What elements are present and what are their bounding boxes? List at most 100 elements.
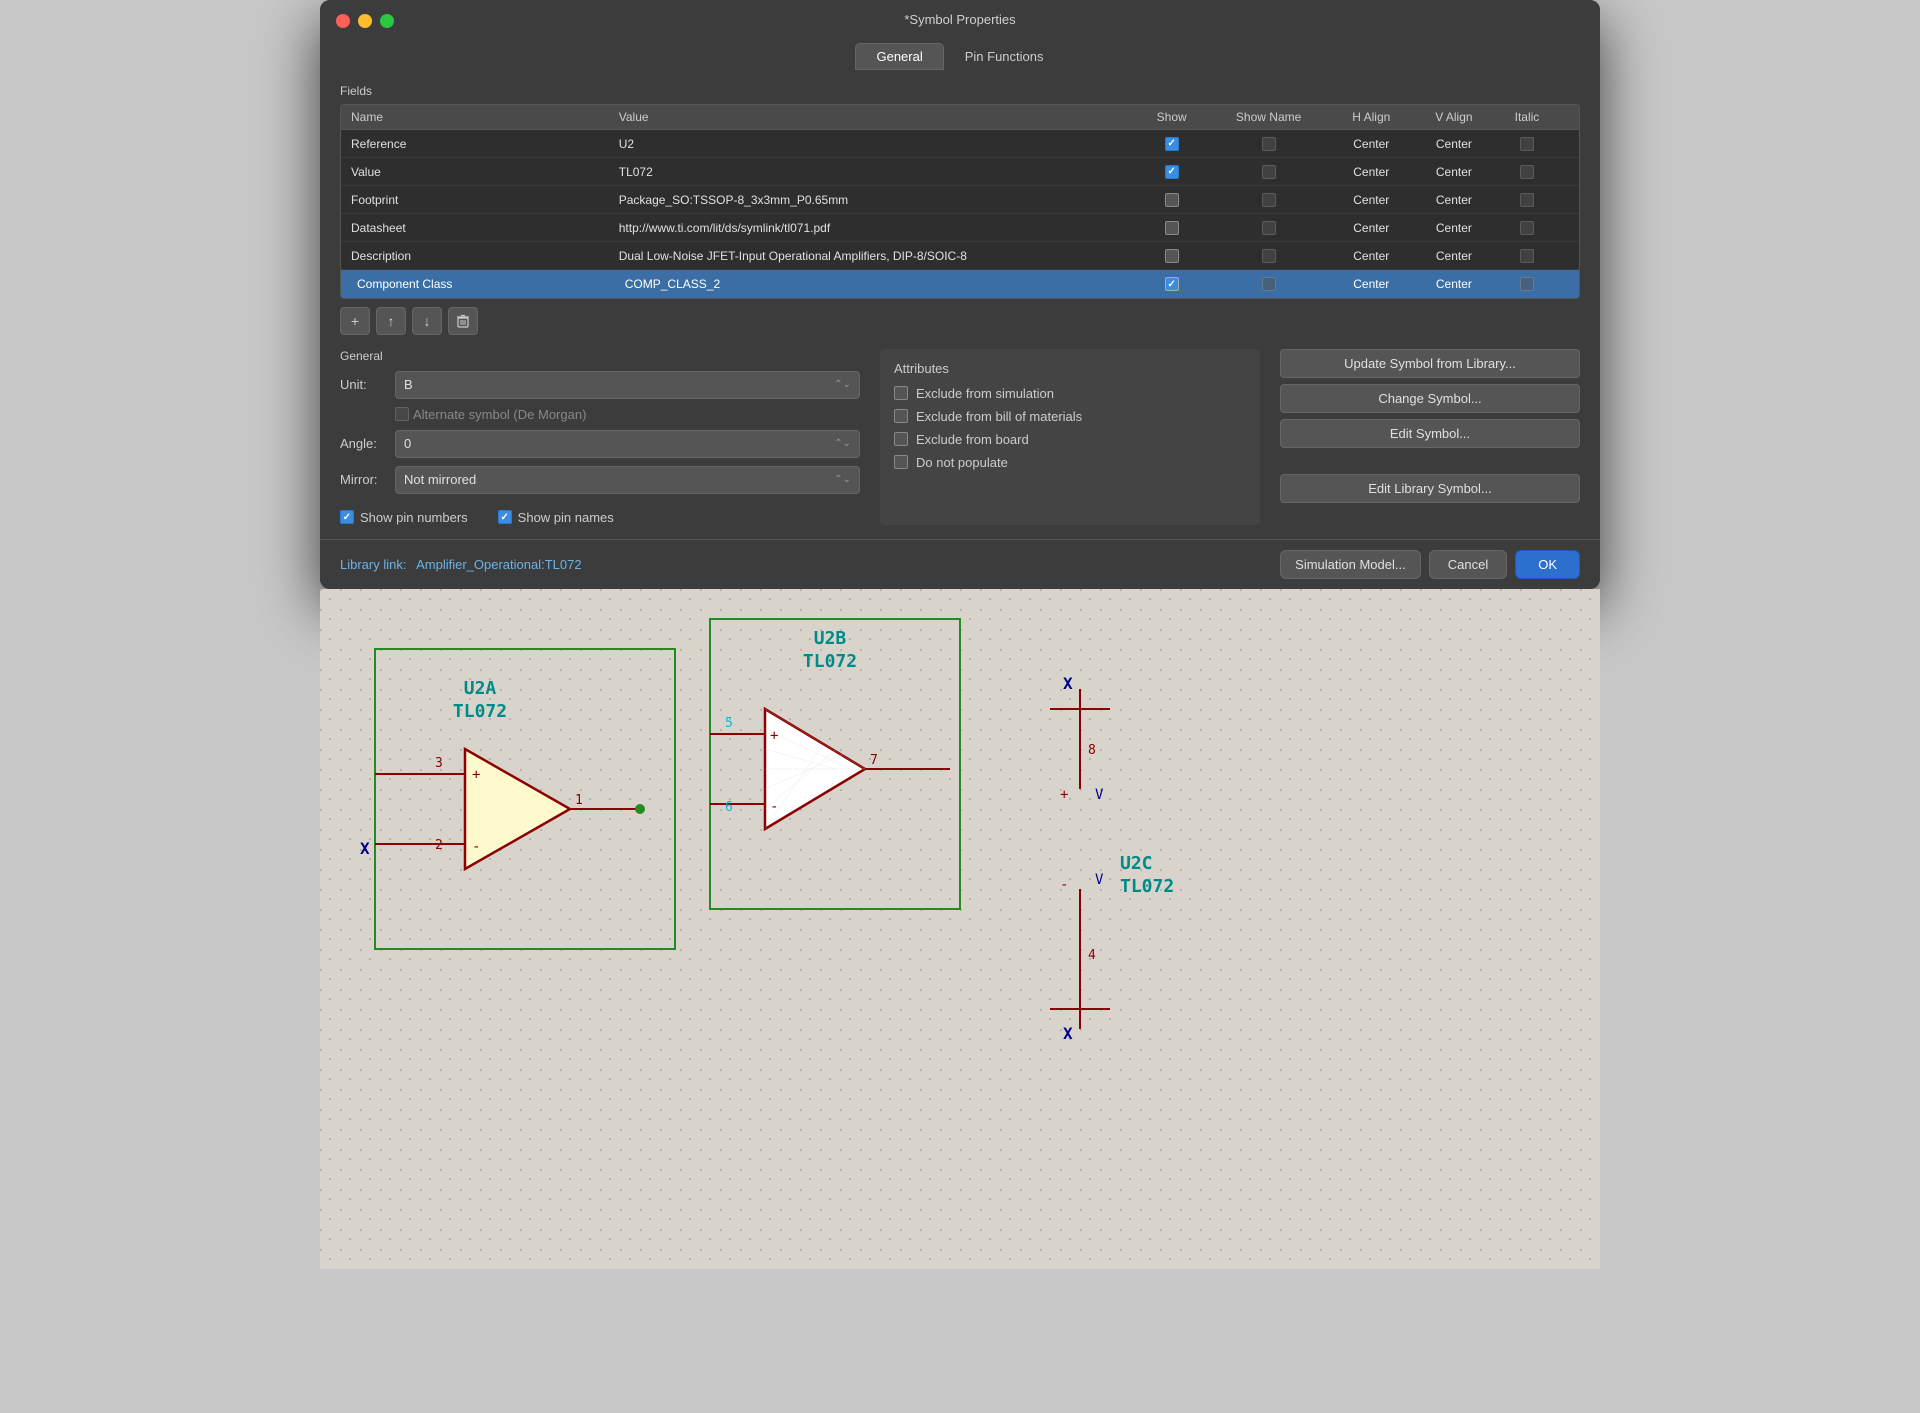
cell-italic[interactable] (1495, 130, 1559, 158)
cell-show-name[interactable] (1208, 214, 1330, 242)
cell-h-align: Center (1330, 214, 1413, 242)
two-col-section: General Unit: B ⌃⌄ Alternate symbol (De … (340, 349, 1580, 525)
cell-show-name[interactable] (1208, 130, 1330, 158)
svg-text:U2C: U2C (1120, 853, 1153, 874)
attr-checkbox-do_not_populate[interactable] (894, 455, 908, 469)
tab-pin-functions[interactable]: Pin Functions (944, 43, 1065, 70)
table-row[interactable]: Description Dual Low-Noise JFET-Input Op… (341, 242, 1579, 270)
move-up-button[interactable]: ↑ (376, 307, 406, 335)
svg-text:7: 7 (870, 753, 878, 768)
delete-field-button[interactable] (448, 307, 478, 335)
attributes-section: Attributes Exclude from simulation Exclu… (880, 349, 1260, 525)
title-bar: *Symbol Properties (320, 0, 1600, 35)
svg-text:+: + (1060, 787, 1068, 803)
cell-h-align: Center (1330, 186, 1413, 214)
cell-show-name[interactable] (1208, 186, 1330, 214)
attr-checkbox-exclude_sim[interactable] (894, 386, 908, 400)
unit-value: B (404, 377, 413, 392)
cell-value: U2 (609, 130, 1136, 158)
cell-name: Value (341, 158, 609, 186)
traffic-lights (336, 14, 394, 28)
cell-show[interactable] (1136, 186, 1208, 214)
cell-show-name[interactable] (1208, 242, 1330, 270)
fields-table: Name Value Show Show Name H Align V Alig… (341, 105, 1579, 298)
cell-italic[interactable] (1495, 270, 1559, 298)
attr-checkbox-exclude_bom[interactable] (894, 409, 908, 423)
update-symbol-button[interactable]: Update Symbol from Library... (1280, 349, 1580, 378)
fields-table-wrap: Name Value Show Show Name H Align V Alig… (340, 104, 1580, 299)
cell-show-name[interactable] (1208, 158, 1330, 186)
svg-text:8: 8 (1088, 743, 1096, 758)
attr-label-exclude_sim: Exclude from simulation (916, 386, 1054, 401)
general-label: General (340, 349, 860, 363)
cell-h-align: Center (1330, 158, 1413, 186)
svg-text:X: X (1063, 1024, 1073, 1043)
edit-symbol-button[interactable]: Edit Symbol... (1280, 419, 1580, 448)
attribute-row: Exclude from bill of materials (894, 409, 1246, 424)
ok-button[interactable]: OK (1515, 550, 1580, 579)
tab-bar: General Pin Functions (320, 35, 1600, 70)
simulation-model-button[interactable]: Simulation Model... (1280, 550, 1421, 579)
unit-chevron-icon: ⌃⌄ (834, 379, 851, 390)
dialog-title: *Symbol Properties (904, 12, 1015, 27)
table-row[interactable]: Reference U2 Center Center (341, 130, 1579, 158)
table-row[interactable]: Value TL072 Center Center (341, 158, 1579, 186)
edit-library-symbol-button[interactable]: Edit Library Symbol... (1280, 474, 1580, 503)
cell-h-align: Center (1330, 242, 1413, 270)
change-symbol-button[interactable]: Change Symbol... (1280, 384, 1580, 413)
minimize-button[interactable] (358, 14, 372, 28)
svg-text:V: V (1095, 787, 1104, 803)
cell-h-align: Center (1330, 270, 1413, 298)
cell-name: Datasheet (341, 214, 609, 242)
cell-value: Package_SO:TSSOP-8_3x3mm_P0.65mm (609, 186, 1136, 214)
cell-show[interactable] (1136, 242, 1208, 270)
cell-show[interactable] (1136, 214, 1208, 242)
show-pin-names-checkbox[interactable] (498, 510, 512, 524)
cell-italic[interactable] (1495, 214, 1559, 242)
svg-text:+: + (472, 767, 480, 783)
move-down-button[interactable]: ↓ (412, 307, 442, 335)
angle-value: 0 (404, 436, 411, 451)
cell-show-name[interactable] (1208, 270, 1330, 298)
attr-checkbox-exclude_board[interactable] (894, 432, 908, 446)
mirror-label: Mirror: (340, 472, 395, 487)
svg-text:6: 6 (725, 800, 733, 815)
table-row[interactable]: Footprint Package_SO:TSSOP-8_3x3mm_P0.65… (341, 186, 1579, 214)
cell-scroll-space (1559, 130, 1579, 158)
cell-italic[interactable] (1495, 186, 1559, 214)
cell-italic[interactable] (1495, 158, 1559, 186)
cell-show[interactable] (1136, 158, 1208, 186)
maximize-button[interactable] (380, 14, 394, 28)
add-field-button[interactable]: + (340, 307, 370, 335)
cancel-button[interactable]: Cancel (1429, 550, 1507, 579)
show-pin-numbers-checkbox[interactable] (340, 510, 354, 524)
close-button[interactable] (336, 14, 350, 28)
col-show-name: Show Name (1208, 105, 1330, 130)
show-pin-numbers-row: Show pin numbers (340, 510, 468, 525)
col-scroll (1559, 105, 1579, 130)
dialog-content: Fields Name Value Show Show Name H Align… (320, 70, 1600, 539)
cell-scroll-space (1559, 242, 1579, 270)
mirror-select[interactable]: Not mirrored ⌃⌄ (395, 466, 860, 494)
cell-v-align: Center (1413, 242, 1495, 270)
alternate-symbol-checkbox[interactable] (395, 407, 409, 421)
library-link-container: Library link: Amplifier_Operational:TL07… (340, 557, 582, 572)
cell-scroll-space (1559, 214, 1579, 242)
svg-text:4: 4 (1088, 948, 1096, 963)
svg-text:X: X (360, 839, 370, 858)
table-row[interactable]: Datasheet http://www.ti.com/lit/ds/symli… (341, 214, 1579, 242)
angle-select[interactable]: 0 ⌃⌄ (395, 430, 860, 458)
cell-name: Reference (341, 130, 609, 158)
tab-general[interactable]: General (855, 43, 943, 70)
cell-show[interactable] (1136, 130, 1208, 158)
show-pin-names-row: Show pin names (498, 510, 614, 525)
table-row[interactable]: Center Center (341, 270, 1579, 298)
cell-value: http://www.ti.com/lit/ds/symlink/tl071.p… (609, 214, 1136, 242)
library-link-value: Amplifier_Operational:TL072 (416, 557, 581, 572)
cell-show[interactable] (1136, 270, 1208, 298)
cell-italic[interactable] (1495, 242, 1559, 270)
attr-label-exclude_board: Exclude from board (916, 432, 1029, 447)
col-h-align: H Align (1330, 105, 1413, 130)
unit-select[interactable]: B ⌃⌄ (395, 371, 860, 399)
cell-value: Dual Low-Noise JFET-Input Operational Am… (609, 242, 1136, 270)
